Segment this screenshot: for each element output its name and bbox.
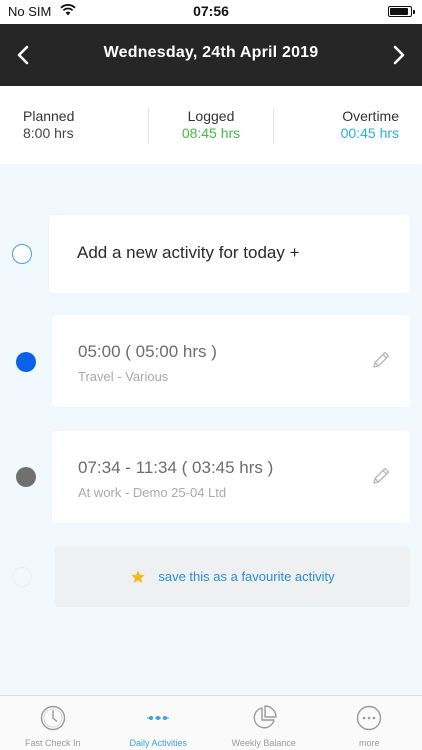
- tab-label: Fast Check In: [24, 738, 81, 748]
- activity-time-range: 07:34 - 11:34 ( 03:45 hrs ): [78, 458, 274, 477]
- tab-daily-activities[interactable]: Daily Activities: [106, 696, 212, 750]
- timeline-icon: [147, 716, 170, 720]
- clock-icon: [40, 705, 65, 731]
- activity-timeline: Add a new activity for today + 05:00 ( 0…: [0, 164, 422, 695]
- overtime-value: 00:45 hrs: [340, 125, 400, 141]
- overtime-label: Overtime: [342, 108, 400, 124]
- tab-label: more: [358, 738, 380, 748]
- logged-summary: Logged 08:45 hrs: [149, 86, 274, 164]
- activity-time-range: 05:00 ( 05:00 hrs ): [78, 342, 217, 361]
- chevron-right-icon: [393, 45, 405, 65]
- tab-fast-check-in[interactable]: Fast Check In: [0, 696, 106, 750]
- activity-card[interactable]: 07:34 - 11:34 ( 03:45 hrs ) At work - De…: [52, 431, 410, 523]
- tab-weekly-balance[interactable]: Weekly Balance: [211, 696, 317, 750]
- overtime-summary: Overtime 00:45 hrs: [274, 86, 422, 164]
- date-header: Wednesday, 24th April 2019: [0, 24, 422, 86]
- logged-value: 08:45 hrs: [181, 125, 241, 141]
- tab-label: Daily Activities: [129, 738, 187, 748]
- save-favourite-label: save this as a favourite activity: [158, 569, 335, 584]
- planned-summary: Planned 8:00 hrs: [0, 86, 148, 164]
- tab-more[interactable]: more: [317, 696, 422, 750]
- tab-label: Weekly Balance: [231, 738, 296, 748]
- add-activity-button[interactable]: Add a new activity for today +: [49, 215, 410, 293]
- status-bar: No SIM 07:56: [0, 0, 422, 24]
- timeline-faint-dot: [12, 567, 32, 587]
- activity-dot-travel: [16, 352, 36, 372]
- star-icon: [131, 569, 146, 583]
- chevron-left-icon: [17, 45, 29, 65]
- activity-dot-work: [16, 467, 36, 487]
- add-activity-label: Add a new activity for today +: [77, 243, 300, 262]
- pencil-icon[interactable]: [370, 465, 392, 487]
- tab-bar: Fast Check In Daily Activities Weekly Ba…: [0, 695, 422, 750]
- battery-icon: [388, 6, 415, 17]
- activity-card[interactable]: 05:00 ( 05:00 hrs ) Travel - Various: [52, 315, 410, 407]
- hours-summary: Planned 8:00 hrs Logged 08:45 hrs Overti…: [0, 86, 422, 164]
- date-title: Wednesday, 24th April 2019: [103, 44, 319, 61]
- status-time: 07:56: [193, 3, 229, 19]
- more-icon: [357, 705, 382, 731]
- activity-description: At work - Demo 25-04 Ltd: [78, 485, 227, 500]
- pencil-icon[interactable]: [370, 349, 392, 371]
- planned-value: 8:00 hrs: [23, 125, 74, 141]
- pie-chart-icon: [253, 705, 277, 729]
- next-day-button[interactable]: [384, 40, 414, 70]
- save-favourite-button[interactable]: save this as a favourite activity: [55, 546, 410, 607]
- logged-label: Logged: [187, 108, 235, 124]
- timeline-empty-dot: [12, 244, 32, 264]
- activity-description: Travel - Various: [78, 369, 169, 384]
- previous-day-button[interactable]: [8, 40, 38, 70]
- planned-label: Planned: [23, 108, 75, 124]
